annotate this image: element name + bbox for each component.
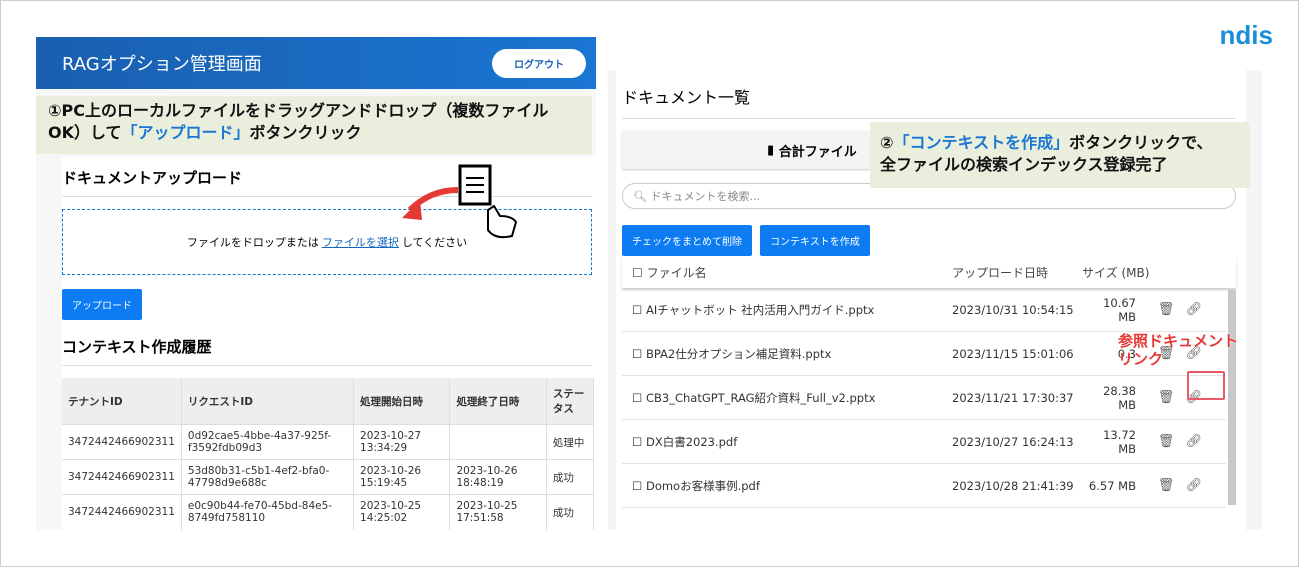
table-cell: 成功	[546, 494, 595, 530]
file-checkbox[interactable]: ☐ Domoお客様事例.pdf	[632, 478, 952, 494]
table-cell: 3472442466902311	[62, 424, 182, 460]
history-col: テナントID	[62, 378, 182, 425]
table-cell: 53d80b31-c5b1-4ef2-bfa0-47798d9e688c	[181, 459, 355, 495]
list-header: ☐ ファイル名 アップロード日時 サイズ (MB)	[622, 256, 1236, 288]
link-icon[interactable]: 🔗︎	[1180, 302, 1208, 317]
table-cell: 0d92cae5-4bbe-4a37-925f-f3592fdb09d3	[181, 424, 355, 460]
table-cell: 2023-10-26 18:48:19	[449, 459, 547, 495]
scrollbar[interactable]	[1228, 290, 1236, 505]
history-col: 処理開始日時	[353, 378, 451, 425]
link-icon[interactable]: 🔗︎	[1180, 478, 1208, 493]
create-context-button[interactable]: コンテキストを作成	[760, 225, 870, 256]
table-cell: 2023-10-26 15:19:45	[353, 459, 451, 495]
file-row: ☐ CB3_ChatGPT_RAG紹介資料_Full_v2.pptx 2023/1…	[622, 376, 1226, 420]
logout-button[interactable]: ログアウト	[492, 48, 586, 78]
history-col: ステータス	[546, 378, 595, 425]
table-row: 3472442466902311 0d92cae5-4bbe-4a37-925f-…	[62, 424, 595, 460]
file-icon: ▮	[767, 142, 779, 158]
file-name: Domoお客様事例.pdf	[645, 478, 760, 493]
table-row: 3472442466902311 53d80b31-c5b1-4ef2-bfa0-…	[62, 459, 595, 495]
file-checkbox[interactable]: ☐ BPA2仕分オプション補足資料.pptx	[632, 346, 952, 362]
header: RAGオプション管理画面 ログアウト	[36, 37, 596, 89]
annotation-context: ②「コンテキストを作成」ボタンクリックで、 全ファイルの検索インデックス登録完了	[870, 122, 1250, 188]
upload-date: 2023/10/31 10:54:15	[952, 302, 1074, 317]
upload-date: 2023/10/27 16:24:13	[952, 434, 1074, 449]
page-title: RAGオプション管理画面	[62, 54, 262, 75]
trash-icon[interactable]: 🗑︎	[1152, 302, 1180, 317]
file-name: BPA2仕分オプション補足資料.pptx	[645, 346, 832, 361]
table-cell: 成功	[546, 459, 595, 495]
file-size: 13.72 MB	[1103, 427, 1136, 456]
history-col: リクエストID	[181, 378, 355, 425]
file-size: 28.38 MB	[1103, 383, 1136, 412]
history-table: テナントID リクエストID 処理開始日時 処理終了日時 ステータス 3472442466…	[62, 378, 595, 530]
upload-date: 2023/11/21 17:30:37	[952, 390, 1074, 405]
annotation-upload: ①PC上のローカルファイルをドラッグアンドドロップ（複数ファイルOK）して「アッ…	[36, 96, 592, 154]
file-checkbox[interactable]: ☐ CB3_ChatGPT_RAG紹介資料_Full_v2.pptx	[632, 390, 952, 406]
file-row: ☐ Domoお客様事例.pdf 2023/10/28 21:41:39 6.57 M…	[622, 464, 1226, 508]
table-cell: 2023-10-25 14:25:02	[353, 494, 451, 530]
link-icon[interactable]: 🔗︎	[1180, 434, 1208, 449]
select-all-checkbox[interactable]: ☐ ファイル名	[632, 264, 952, 281]
upload-date: 2023/11/15 15:01:06	[952, 346, 1074, 361]
history-col: 処理終了日時	[449, 378, 547, 425]
file-checkbox[interactable]: ☐ DX白書2023.pdf	[632, 434, 952, 450]
file-size: 10.67 MB	[1103, 295, 1136, 324]
drag-hand-icon	[402, 164, 518, 239]
search-icon: 🔍︎	[633, 189, 651, 203]
trash-icon[interactable]: 🗑︎	[1152, 478, 1180, 493]
upload-button[interactable]: アップロード	[62, 289, 142, 320]
file-name: DX白書2023.pdf	[645, 434, 738, 449]
file-size: 6.57 MB	[1088, 478, 1136, 493]
trash-icon[interactable]: 🗑︎	[1152, 434, 1180, 449]
col-size: サイズ (MB)	[1082, 265, 1150, 280]
table-cell: 3472442466902311	[62, 494, 182, 530]
file-checkbox[interactable]: ☐ AIチャットボット 社内活用入門ガイド.pptx	[632, 302, 952, 318]
table-cell	[449, 424, 547, 460]
trash-icon[interactable]: 🗑︎	[1152, 390, 1180, 405]
file-row: ☐ AIチャットボット 社内活用入門ガイド.pptx 2023/10/31 10:…	[622, 288, 1226, 332]
upload-date: 2023/10/28 21:41:39	[952, 478, 1074, 493]
file-select-link[interactable]: ファイルを選択	[322, 234, 399, 250]
file-name: CB3_ChatGPT_RAG紹介資料_Full_v2.pptx	[645, 390, 876, 405]
table-cell: 2023-10-25 17:51:58	[449, 494, 547, 530]
table-row: 3472442466902311 e0c90b44-fe70-45bd-84e5-…	[62, 494, 595, 530]
file-name: AIチャットボット 社内活用入門ガイド.pptx	[645, 302, 875, 317]
col-upload-date: アップロード日時	[952, 265, 1049, 280]
highlight-box	[1187, 371, 1225, 400]
table-cell: 3472442466902311	[62, 459, 182, 495]
summary-text: 合計ファイル	[778, 144, 857, 160]
annotation-reference-link: 参照ドキュメント リンク	[1118, 332, 1239, 368]
table-cell: 処理中	[546, 424, 595, 460]
drop-text: ファイルをドロップまたは	[186, 236, 319, 249]
table-cell: 2023-10-27 13:34:29	[353, 424, 451, 460]
brand-logo: ndis	[1219, 20, 1273, 50]
table-cell: e0c90b44-fe70-45bd-84e5-8749fd758110	[181, 494, 355, 530]
file-row: ☐ DX白書2023.pdf 2023/10/27 16:24:13 13.72 M…	[622, 420, 1226, 464]
delete-checked-button[interactable]: チェックをまとめて削除	[622, 225, 752, 256]
document-list-title: ドキュメント一覧	[622, 70, 1236, 119]
history-title: コンテキスト作成履歴	[62, 326, 592, 366]
